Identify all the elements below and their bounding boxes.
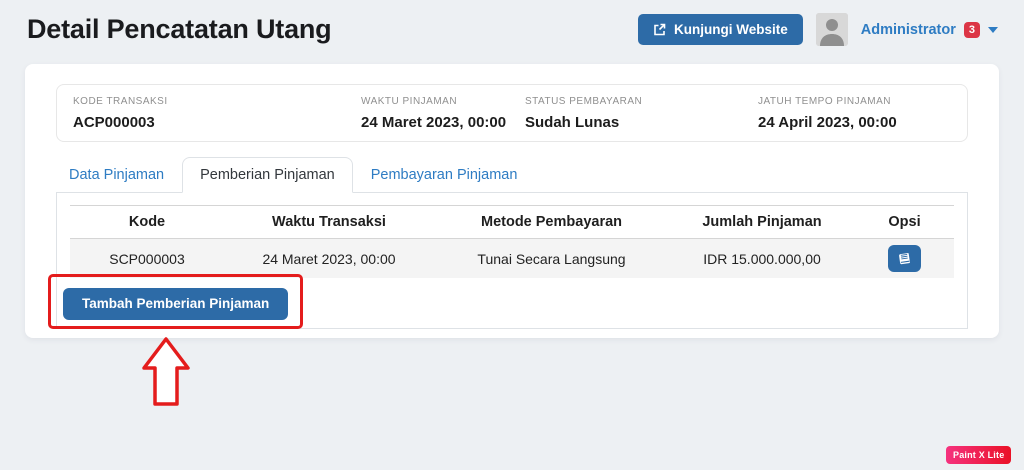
tab-pemberian-pinjaman[interactable]: Pemberian Pinjaman (182, 157, 353, 193)
summary-field-status-pembayaran: STATUS PEMBAYARAN Sudah Lunas (525, 96, 758, 131)
table-row: SCP000003 24 Maret 2023, 00:00 Tunai Sec… (70, 238, 954, 278)
tab-data-pinjaman[interactable]: Data Pinjaman (56, 157, 182, 192)
page-title: Detail Pencatatan Utang (27, 14, 332, 44)
field-value: Sudah Lunas (525, 114, 620, 131)
field-label: WAKTU PINJAMAN (361, 96, 458, 107)
paint-x-lite-watermark: Paint X Lite (946, 446, 1012, 464)
topbar-right: Kunjungi Website Administrator 3 (638, 13, 998, 46)
user-menu-toggle[interactable]: Administrator 3 (860, 21, 998, 38)
visit-website-label: Kunjungi Website (674, 22, 788, 37)
avatar[interactable] (815, 13, 848, 46)
tab-pembayaran-pinjaman[interactable]: Pembayaran Pinjaman (353, 157, 536, 192)
cell-kode: SCP000003 (70, 238, 224, 278)
visit-website-button[interactable]: Kunjungi Website (638, 14, 803, 45)
table-header-row: Kode Waktu Transaksi Metode Pembayaran J… (70, 205, 954, 239)
book-icon (898, 252, 912, 266)
annotation-arrow-up-icon (142, 337, 192, 412)
tab-bar: Data Pinjaman Pemberian Pinjaman Pembaya… (56, 157, 968, 193)
add-pemberian-pinjaman-button[interactable]: Tambah Pemberian Pinjaman (63, 288, 289, 320)
field-value: 24 Maret 2023, 00:00 (361, 114, 507, 131)
detail-card: KODE TRANSAKSI ACP000003 WAKTU PINJAMAN … (25, 64, 999, 338)
view-detail-button[interactable] (888, 245, 921, 272)
col-header-waktu-transaksi: Waktu Transaksi (224, 205, 434, 239)
page: Detail Pencatatan Utang Kunjungi Website (0, 0, 1024, 470)
col-header-kode: Kode (70, 205, 224, 239)
col-header-opsi: Opsi (855, 205, 954, 239)
field-label: STATUS PEMBAYARAN (525, 96, 643, 107)
transaction-summary: KODE TRANSAKSI ACP000003 WAKTU PINJAMAN … (56, 84, 968, 142)
notification-badge: 3 (963, 21, 980, 38)
cell-waktu-transaksi: 24 Maret 2023, 00:00 (224, 238, 434, 278)
summary-field-jatuh-tempo: JATUH TEMPO PINJAMAN 24 April 2023, 00:0… (758, 96, 951, 131)
cell-metode-pembayaran: Tunai Secara Langsung (434, 238, 669, 278)
cell-opsi (855, 238, 954, 278)
tab-content: Kode Waktu Transaksi Metode Pembayaran J… (56, 192, 968, 329)
field-value: 24 April 2023, 00:00 (758, 114, 897, 131)
loan-table: Kode Waktu Transaksi Metode Pembayaran J… (70, 205, 954, 278)
col-header-jumlah-pinjaman: Jumlah Pinjaman (669, 205, 855, 239)
col-header-metode-pembayaran: Metode Pembayaran (434, 205, 669, 239)
summary-field-waktu-pinjaman: WAKTU PINJAMAN 24 Maret 2023, 00:00 (361, 96, 525, 131)
field-label: KODE TRANSAKSI (73, 96, 168, 107)
summary-field-kode-transaksi: KODE TRANSAKSI ACP000003 (73, 96, 361, 131)
caret-down-icon (988, 26, 998, 33)
field-value: ACP000003 (73, 114, 155, 131)
topbar: Detail Pencatatan Utang Kunjungi Website (0, 0, 1024, 46)
external-link-icon (653, 23, 666, 36)
add-button-row: Tambah Pemberian Pinjaman (63, 288, 954, 320)
user-name: Administrator (860, 21, 956, 38)
cell-jumlah-pinjaman: IDR 15.000.000,00 (669, 238, 855, 278)
field-label: JATUH TEMPO PINJAMAN (758, 96, 891, 107)
